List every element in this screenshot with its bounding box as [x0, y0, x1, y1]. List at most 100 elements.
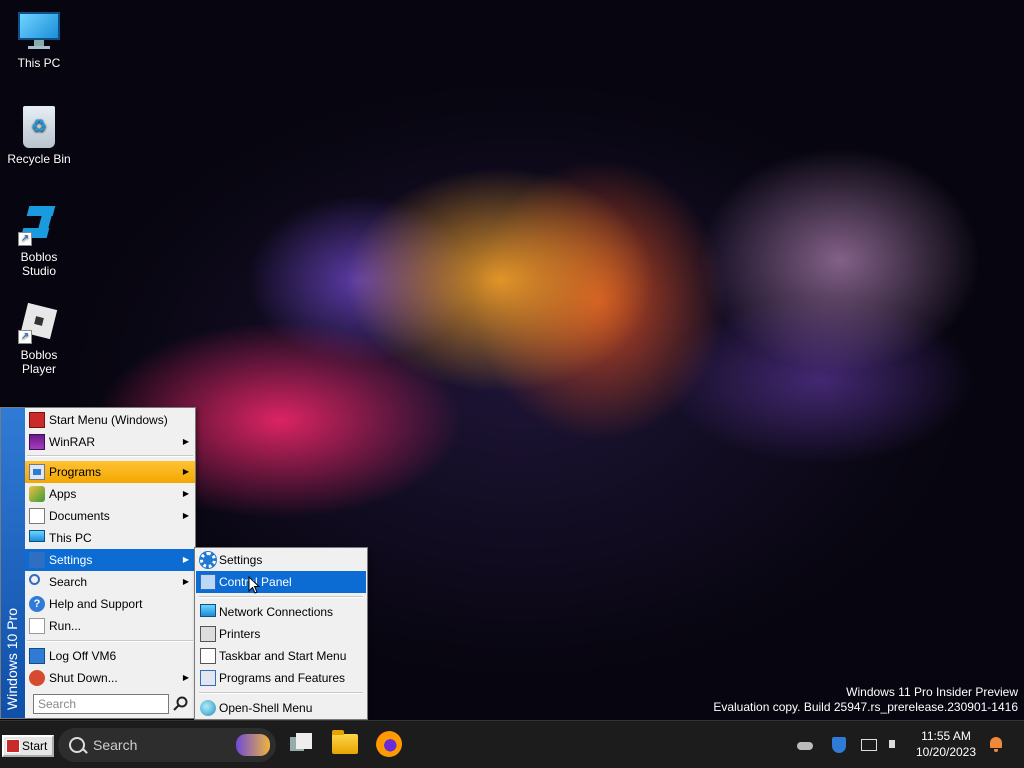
taskbar-search-label: Search: [93, 737, 138, 753]
onedrive-icon[interactable]: [797, 736, 815, 754]
build-watermark: Windows 11 Pro Insider Preview Evaluatio…: [713, 685, 1018, 715]
settings-submenu: Settings Control Panel Network Connectio…: [194, 547, 368, 720]
settings-icon: [29, 552, 45, 568]
banner-text: Windows 10 Pro: [4, 608, 20, 710]
menu-separator: [199, 596, 363, 598]
desktop-icon-label: Boblos Studio: [20, 250, 58, 278]
windows-security-icon[interactable]: [830, 736, 848, 754]
desktop-icon-label: This PC: [17, 56, 61, 70]
submenu-item-control-panel[interactable]: Control Panel: [196, 571, 366, 593]
desktop-icon-boblos-studio[interactable]: ↗ Boblos Studio: [2, 204, 76, 278]
notification-bell-icon[interactable]: [988, 736, 1004, 752]
submenu-item-settings[interactable]: Settings: [196, 549, 366, 571]
submenu-arrow-icon: ▶: [182, 437, 189, 446]
firefox-icon[interactable]: [376, 731, 402, 757]
search-placeholder: Search: [38, 697, 77, 711]
menu-item-winrar[interactable]: WinRAR ▶: [25, 431, 195, 453]
menu-item-label: Settings: [49, 553, 93, 567]
submenu-arrow-icon: ▶: [182, 555, 189, 564]
menu-item-label: Search: [49, 575, 88, 589]
watermark-line-1: Windows 11 Pro Insider Preview: [846, 685, 1018, 699]
submenu-arrow-icon: ▶: [182, 489, 189, 498]
documents-icon: [29, 508, 45, 524]
submenu-item-label: Settings: [219, 553, 263, 567]
menu-item-shut-down[interactable]: Shut Down... ▶: [25, 667, 195, 689]
menu-item-label: Programs: [49, 465, 102, 479]
search-icon[interactable]: [173, 696, 189, 712]
file-explorer-icon[interactable]: [332, 730, 358, 754]
menu-item-label: Documents: [49, 509, 110, 523]
network-status-icon[interactable]: [861, 736, 879, 754]
menu-separator: [27, 455, 193, 457]
menu-item-label: Help and Support: [49, 597, 143, 611]
desktop-icon-boblos-player[interactable]: ↗ Boblos Player: [2, 302, 76, 376]
taskbar-search-box[interactable]: Search: [58, 728, 276, 762]
submenu-arrow-icon: ▶: [182, 673, 189, 682]
search-highlight-icon: [236, 734, 270, 756]
submenu-arrow-icon: ▶: [182, 577, 189, 586]
menu-item-documents[interactable]: Documents ▶: [25, 505, 195, 527]
submenu-item-programs-and-features[interactable]: Programs and Features: [196, 667, 366, 689]
mouse-cursor-icon: [248, 576, 260, 594]
shut-down-icon: [29, 670, 45, 686]
menu-item-help-and-support[interactable]: ? Help and Support: [25, 593, 195, 615]
log-off-icon: [29, 648, 45, 664]
clock[interactable]: 11:55 AM 10/20/2023: [910, 728, 982, 760]
menu-separator: [27, 640, 193, 642]
menu-item-programs[interactable]: Programs ▶: [25, 461, 195, 483]
start-menu-banner: Windows 10 Pro: [1, 408, 25, 718]
recycle-bin-icon: ♻: [23, 106, 55, 148]
volume-muted-icon[interactable]: [887, 736, 905, 754]
computer-icon: [29, 530, 45, 542]
menu-item-label: Apps: [49, 487, 77, 501]
menu-item-run[interactable]: Run...: [25, 615, 195, 637]
start-button[interactable]: Start: [2, 735, 54, 757]
menu-item-label: WinRAR: [49, 435, 96, 449]
clock-time: 11:55 AM: [921, 729, 971, 743]
menu-item-this-pc[interactable]: This PC: [25, 527, 195, 549]
search-icon: [29, 574, 40, 585]
submenu-item-label: Programs and Features: [219, 671, 346, 685]
desktop-icon-label: Boblos Player: [20, 348, 58, 376]
submenu-arrow-icon: ▶: [182, 467, 189, 476]
menu-item-settings[interactable]: Settings ▶: [25, 549, 195, 571]
submenu-arrow-icon: ▶: [182, 511, 189, 520]
menu-item-label: This PC: [49, 531, 92, 545]
menu-item-log-off[interactable]: Log Off VM6: [25, 645, 195, 667]
menu-item-label: Start Menu (Windows): [49, 413, 168, 427]
desktop-icon-recycle-bin[interactable]: ♻ Recycle Bin: [2, 106, 76, 166]
start-button-label: Start: [22, 739, 48, 753]
submenu-item-taskbar-and-start-menu[interactable]: Taskbar and Start Menu: [196, 645, 366, 667]
task-view-icon[interactable]: [288, 731, 314, 757]
submenu-item-printers[interactable]: Printers: [196, 623, 366, 645]
programs-icon: [29, 464, 45, 480]
computer-icon: [18, 10, 60, 52]
gear-icon: [200, 552, 216, 568]
menu-separator: [199, 692, 363, 694]
menu-item-start-menu-windows[interactable]: Start Menu (Windows): [25, 409, 195, 431]
menu-item-apps[interactable]: Apps ▶: [25, 483, 195, 505]
menu-item-label: Log Off VM6: [49, 649, 117, 663]
submenu-item-open-shell-menu[interactable]: Open-Shell Menu: [196, 697, 366, 719]
run-icon: [29, 618, 45, 634]
desktop-icon-this-pc[interactable]: This PC: [2, 10, 76, 70]
menu-item-search[interactable]: Search ▶: [25, 571, 195, 593]
start-menu-search-input[interactable]: Search: [33, 694, 169, 714]
submenu-item-network-connections[interactable]: Network Connections: [196, 601, 366, 623]
search-icon: [69, 737, 85, 753]
taskbar-icon: [200, 648, 216, 664]
submenu-item-label: Printers: [219, 627, 261, 641]
clock-date: 10/20/2023: [915, 745, 977, 759]
submenu-item-label: Network Connections: [219, 605, 334, 619]
open-shell-icon: [200, 700, 216, 716]
menu-item-label: Shut Down...: [49, 671, 118, 685]
control-panel-icon: [200, 574, 216, 590]
menu-item-label: Run...: [49, 619, 82, 633]
help-icon: ?: [29, 596, 45, 612]
printer-icon: [200, 626, 216, 642]
network-icon: [200, 604, 216, 617]
apps-icon: [29, 486, 45, 502]
winrar-icon: [29, 434, 45, 450]
start-menu: Windows 10 Pro Start Menu (Windows) WinR…: [0, 407, 196, 719]
taskbar: Start Search 11:55 AM 10/20/2023: [0, 720, 1024, 768]
